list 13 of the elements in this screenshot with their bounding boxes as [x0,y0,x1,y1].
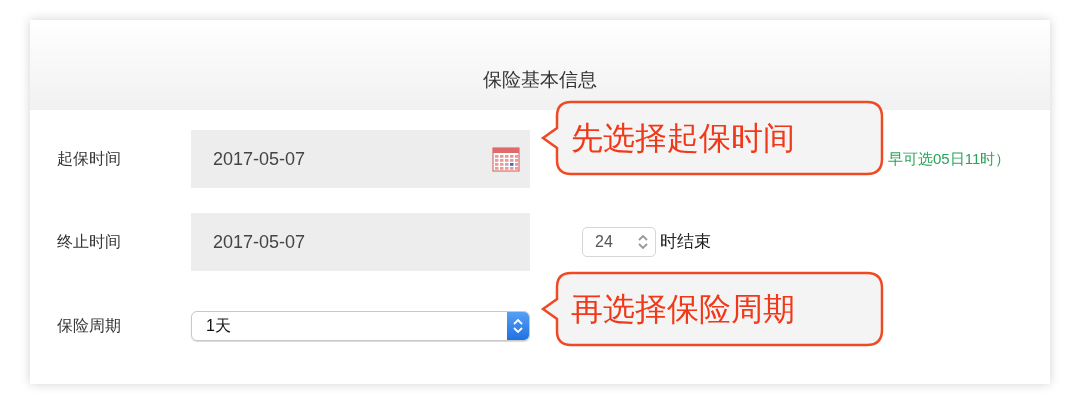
field-label: 起保时间 [57,149,122,169]
stepper-arrows-icon [637,234,649,250]
hint-text: 早可选05日11时） [888,148,1011,169]
section-title: 保险基本信息 [483,67,597,92]
select-arrows-icon [507,312,529,340]
period-select[interactable]: 1天 [191,311,530,341]
field-label: 终止时间 [57,232,122,252]
hour-suffix: 时结束 [660,231,711,254]
hour-select[interactable]: 24 [582,227,656,257]
date-field[interactable]: 2017-05-07 [191,130,530,188]
field-label: 保险周期 [57,316,122,336]
date-field[interactable]: 2017-05-07 [191,213,530,271]
calendar-icon[interactable] [492,146,520,172]
